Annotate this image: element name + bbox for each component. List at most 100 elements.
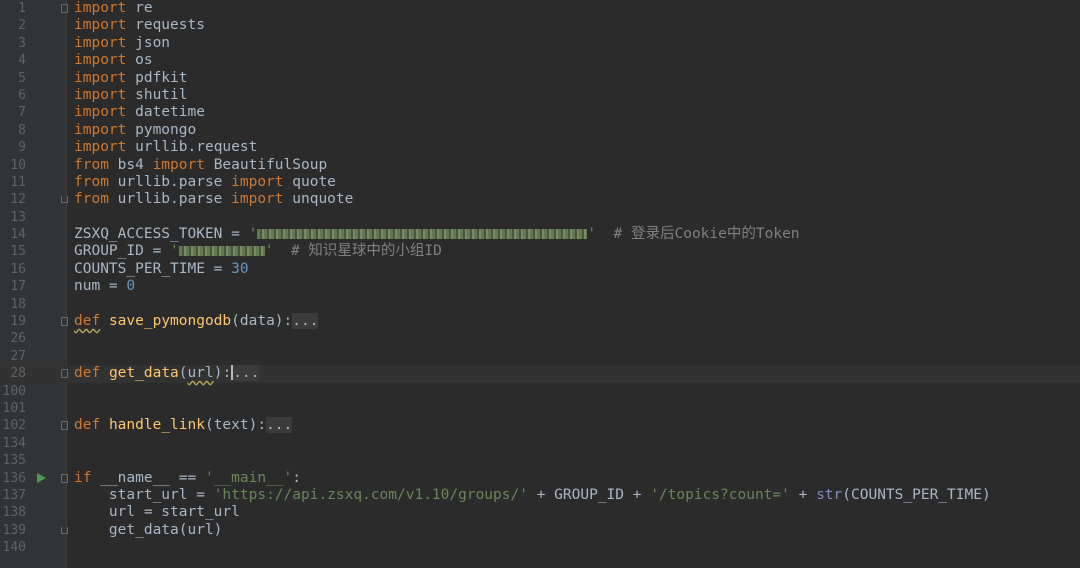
line-number: 4: [18, 53, 26, 69]
code-line[interactable]: 100: [0, 383, 1080, 400]
code-line[interactable]: 15 GROUP_ID = ' ' # 知识星球中的小组ID: [0, 243, 1080, 260]
variable: COUNTS_PER_TIME =: [74, 260, 232, 277]
code-line[interactable]: 18: [0, 296, 1080, 313]
code-line[interactable]: 10 from bs4 import BeautifulSoup: [0, 157, 1080, 174]
line-number: 6: [18, 87, 26, 103]
keyword: import: [74, 52, 127, 69]
folded-code-placeholder[interactable]: ...: [266, 417, 293, 434]
module-name: pymongo: [126, 121, 197, 138]
line-number: 16: [10, 261, 26, 277]
imported-name: BeautifulSoup: [204, 156, 328, 173]
code-line[interactable]: 17 num = 0: [0, 278, 1080, 295]
fold-marker-icon: [61, 473, 68, 483]
code-line[interactable]: 134: [0, 435, 1080, 452]
module-name: urllib.parse: [108, 173, 232, 190]
code-line[interactable]: 9 import urllib.request: [0, 139, 1080, 156]
code-line[interactable]: 5 import pdfkit: [0, 70, 1080, 87]
code-line[interactable]: 138 url = start_url: [0, 504, 1080, 521]
line-number: 1: [18, 1, 26, 16]
code-area[interactable]: 1 import re 2 import requests 3 import json 4 i…: [0, 0, 1080, 557]
operator: +: [789, 486, 817, 503]
folded-code-placeholder[interactable]: ...: [292, 313, 319, 330]
code-line[interactable]: 3 import json: [0, 35, 1080, 52]
line-number: 10: [10, 157, 26, 173]
code-line[interactable]: 102 def handle_link(text):...: [0, 417, 1080, 434]
code-line[interactable]: 1 import re: [0, 0, 1080, 17]
fold-marker-icon: [61, 421, 68, 431]
code-line[interactable]: 140: [0, 539, 1080, 556]
keyword: import: [74, 104, 127, 121]
folded-code-placeholder[interactable]: ...: [233, 365, 260, 382]
code-line[interactable]: 11 from urllib.parse import quote: [0, 174, 1080, 191]
string-quote: ': [264, 243, 274, 260]
line-text: import pymongo: [74, 122, 196, 139]
line-number: 12: [10, 192, 26, 208]
module-name: os: [126, 52, 153, 69]
module-name: json: [126, 34, 171, 51]
code-line[interactable]: 135: [0, 452, 1080, 469]
line-text: from urllib.parse import unquote: [74, 191, 353, 208]
line-text: def save_pymongodb(data):...: [74, 313, 319, 330]
code-line[interactable]: 4 import os: [0, 52, 1080, 69]
line-number: 138: [2, 505, 26, 521]
line-text: import datetime: [74, 104, 205, 121]
keyword: import: [74, 0, 127, 16]
code-line[interactable]: 8 import pymongo: [0, 122, 1080, 139]
paren: (: [178, 365, 188, 382]
code-line[interactable]: 2 import requests: [0, 17, 1080, 34]
comment: # 登录后Cookie中的Token: [596, 226, 800, 243]
module-name: re: [126, 0, 153, 16]
expression: __name__ ==: [91, 469, 205, 486]
code-line[interactable]: 136 if __name__ == '__main__':: [0, 470, 1080, 487]
keyword: def: [74, 313, 101, 330]
string-quote: ': [587, 226, 597, 243]
code-line[interactable]: 14 ZSXQ_ACCESS_TOKEN = ' ' # 登录后Cookie中的To…: [0, 226, 1080, 243]
line-number: 136: [2, 470, 26, 486]
line-number: 102: [2, 418, 26, 434]
code-line[interactable]: 6 import shutil: [0, 87, 1080, 104]
code-editor[interactable]: 1 import re 2 import requests 3 import json 4 i…: [0, 0, 1080, 568]
code-line[interactable]: 27: [0, 348, 1080, 365]
line-number: 135: [2, 453, 26, 469]
line-number: 3: [18, 35, 26, 51]
module-name: shutil: [126, 86, 188, 103]
code-line[interactable]: 16 COUNTS_PER_TIME = 30: [0, 261, 1080, 278]
code-line[interactable]: 7 import datetime: [0, 104, 1080, 121]
number: 0: [126, 278, 136, 295]
keyword: if: [74, 469, 92, 486]
line-number: 134: [2, 435, 26, 451]
line-number: 9: [18, 140, 26, 156]
line-text: url = start_url: [74, 504, 240, 521]
string-quote: ': [248, 226, 258, 243]
code-line[interactable]: 19 def save_pymongodb(data):...: [0, 313, 1080, 330]
run-icon[interactable]: [37, 472, 46, 483]
code-line[interactable]: 137 start_url = 'https://api.zsxq.com/v1…: [0, 487, 1080, 504]
line-number: 101: [2, 400, 26, 416]
string-quote: ': [170, 243, 179, 260]
line-number: 26: [10, 331, 26, 347]
keyword: import: [74, 17, 127, 34]
code-line[interactable]: 28 def get_data(url):...: [0, 365, 1080, 383]
comment: # 知识星球中的小组ID: [273, 243, 442, 260]
keyword: import: [74, 34, 127, 51]
keyword: import: [231, 191, 284, 208]
line-text: if __name__ == '__main__':: [74, 470, 301, 487]
line-text: def get_data(url):...: [74, 365, 260, 382]
code-line[interactable]: 13: [0, 209, 1080, 226]
function-args: (text):: [204, 417, 267, 434]
keyword: def: [74, 365, 101, 382]
code-line[interactable]: 101: [0, 400, 1080, 417]
fold-marker-icon: [61, 317, 68, 327]
string: 'https://api.zsxq.com/v1.10/groups/': [213, 486, 528, 503]
function-name: handle_link: [108, 417, 205, 434]
code-line[interactable]: 26: [0, 330, 1080, 347]
module-name: bs4: [108, 156, 153, 173]
code-line[interactable]: 139 get_data(url): [0, 522, 1080, 539]
code-line[interactable]: 12 from urllib.parse import unquote: [0, 191, 1080, 208]
assignment: start_url =: [74, 486, 214, 503]
line-text: import shutil: [74, 87, 188, 104]
line-number: 27: [10, 348, 26, 364]
line-text: start_url = 'https://api.zsxq.com/v1.10/…: [74, 487, 991, 504]
